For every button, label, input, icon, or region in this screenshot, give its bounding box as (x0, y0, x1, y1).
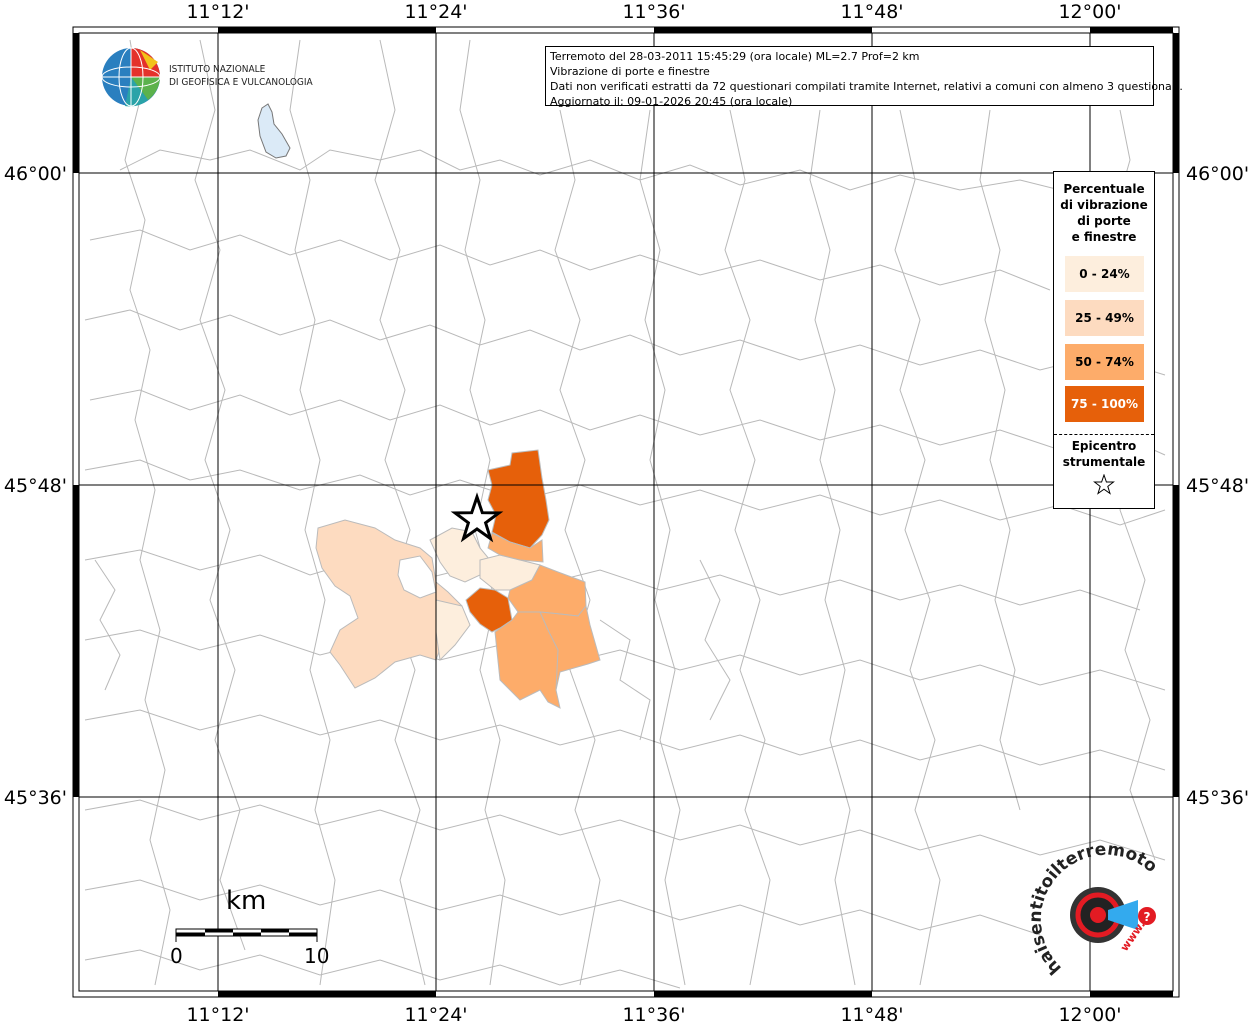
lon-label: 12°00' (1058, 1, 1121, 23)
lat-label: 45°36' (4, 787, 67, 809)
lon-labels-top: 11°12' 11°24' 11°36' 11°48' 12°00' (186, 1, 1121, 23)
legend-star-icon (1054, 473, 1154, 500)
logo-line-2: DI GEOFISICA E VULCANOLOGIA (169, 77, 313, 88)
legend-title-line: e finestre (1071, 230, 1137, 244)
legend: Percentuale di vibrazione di porte e fin… (1053, 171, 1155, 509)
intensity-map: 11°12' 11°24' 11°36' 11°48' 12°00' 11°12… (0, 0, 1249, 1024)
lat-labels-right: 46°00' 45°48' 45°36' (1186, 163, 1249, 809)
lon-label: 11°24' (404, 1004, 467, 1024)
event-info-box: Terremoto del 28-03-2011 15:45:29 (ora l… (545, 46, 1183, 108)
data-note: Dati non verificati estratti da 72 quest… (550, 80, 1183, 93)
svg-text:?: ? (1144, 910, 1151, 924)
legend-epicenter-line: strumentale (1062, 455, 1146, 469)
map-subject: Vibrazione di porte e finestre (550, 65, 710, 78)
lat-label: 45°48' (4, 475, 67, 497)
logo-line-1: ISTITUTO NAZIONALE (169, 64, 266, 75)
legend-title: Percentuale di vibrazione di porte e fin… (1054, 181, 1154, 245)
update-time: Aggiornato il: 09-01-2026 20:45 (ora loc… (550, 95, 793, 108)
lat-label: 45°36' (1186, 787, 1249, 809)
legend-separator (1054, 434, 1154, 435)
lat-labels-left: 46°00' 45°48' 45°36' (4, 163, 67, 809)
lon-label: 11°48' (840, 1, 903, 23)
scale-min-label: 0 (170, 944, 183, 968)
legend-title-line: di vibrazione (1060, 198, 1148, 212)
scale-max-label: 10 (304, 944, 330, 968)
event-title: Terremoto del 28-03-2011 15:45:29 (ora l… (550, 50, 920, 63)
ingv-logo-text: ISTITUTO NAZIONALE DI GEOFISICA E VULCAN… (169, 63, 313, 89)
lon-label: 11°12' (186, 1, 249, 23)
legend-class-50-74: 50 - 74% (1065, 344, 1144, 380)
legend-title-line: Percentuale (1063, 182, 1145, 196)
lon-label: 11°36' (622, 1, 685, 23)
lat-label: 45°48' (1186, 475, 1249, 497)
lat-label: 46°00' (4, 163, 67, 185)
lon-label: 11°12' (186, 1004, 249, 1024)
lon-label: 11°48' (840, 1004, 903, 1024)
scale-unit-label: km (226, 886, 267, 916)
legend-class-0-24: 0 - 24% (1065, 256, 1144, 292)
legend-epicenter-label: Epicentro strumentale (1054, 438, 1154, 470)
map-area (79, 33, 1173, 991)
legend-title-line: di porte (1077, 214, 1131, 228)
legend-epicenter-line: Epicentro (1071, 439, 1137, 453)
lat-label: 46°00' (1186, 163, 1249, 185)
lon-labels-bottom: 11°12' 11°24' 11°36' 11°48' 12°00' (186, 1004, 1121, 1024)
lon-label: 12°00' (1058, 1004, 1121, 1024)
lon-label: 11°36' (622, 1004, 685, 1024)
legend-class-25-49: 25 - 49% (1065, 300, 1144, 336)
legend-class-75-100: 75 - 100% (1065, 386, 1144, 422)
lon-label: 11°24' (404, 1, 467, 23)
ingv-globe-icon (101, 47, 161, 107)
